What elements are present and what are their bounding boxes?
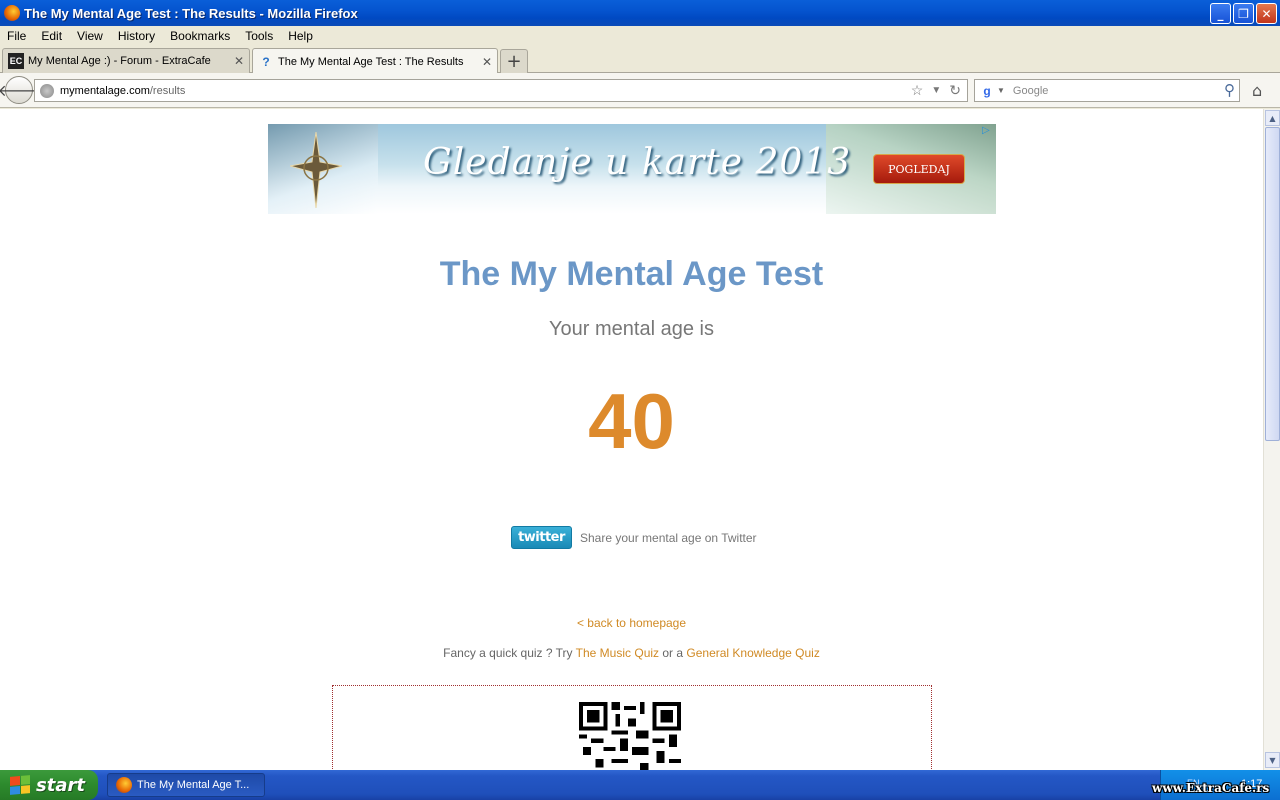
quiz-or: or a (662, 646, 684, 660)
url-path: /results (149, 84, 186, 97)
banner-ad-text: Gledanje u karte 2013 (423, 142, 852, 183)
back-button[interactable]: 🡐 (0, 76, 40, 104)
search-input[interactable]: Google (1013, 85, 1048, 97)
home-icon[interactable]: ⌂ (1252, 81, 1262, 100)
google-icon[interactable]: g (979, 83, 995, 99)
scroll-down-icon[interactable]: ▼ (1265, 752, 1280, 768)
compass-star-icon (290, 132, 342, 208)
menu-bookmarks[interactable]: Bookmarks (163, 29, 238, 43)
general-knowledge-quiz-link[interactable]: General Knowledge Quiz (686, 646, 819, 660)
extracafe-favicon-icon: EC (8, 53, 24, 69)
globe-icon (40, 83, 54, 98)
tab-extracafe[interactable]: EC My Mental Age :) - Forum - ExtraCafe … (2, 48, 250, 73)
window-title: The My Mental Age Test : The Results - M… (24, 5, 358, 21)
dropdown-arrow-icon[interactable]: ▼ (931, 82, 941, 100)
result-subtitle: Your mental age is (549, 318, 714, 340)
search-engine-dropdown-icon[interactable]: ▼ (997, 86, 1005, 95)
window-titlebar: The My Mental Age Test : The Results - M… (0, 0, 1280, 26)
back-to-homepage-link[interactable]: < back to homepage (577, 616, 686, 630)
vertical-scrollbar[interactable]: ▲ ▼ (1263, 109, 1280, 770)
page-title: The My Mental Age Test (439, 255, 824, 293)
quiz-suggestion: Fancy a quick quiz ? Try The Music Quiz … (0, 646, 1263, 660)
quiz-prefix: Fancy a quick quiz ? Try (443, 646, 573, 660)
twitter-button[interactable]: twitter (511, 526, 572, 549)
tab-results[interactable]: ? The My Mental Age Test : The Results ✕ (252, 48, 498, 74)
scrollbar-thumb[interactable] (1265, 127, 1280, 441)
banner-ad-button[interactable]: POGLEDAJ (873, 154, 965, 184)
taskbar: start The My Mental Age T... EN 1:17 (0, 770, 1280, 800)
menu-file[interactable]: File (0, 29, 34, 43)
question-favicon-icon: ? (262, 54, 270, 69)
tab-close-icon[interactable]: ✕ (234, 54, 244, 68)
tab-close-icon[interactable]: ✕ (482, 55, 492, 69)
start-label: start (36, 774, 85, 796)
restore-button[interactable]: ❐ (1233, 3, 1254, 24)
search-icon[interactable]: ⚲ (1224, 81, 1235, 99)
music-quiz-link[interactable]: The Music Quiz (576, 646, 659, 660)
menu-edit[interactable]: Edit (34, 29, 70, 43)
scroll-up-icon[interactable]: ▲ (1265, 110, 1280, 126)
tab-label: My Mental Age :) - Forum - ExtraCafe (28, 55, 211, 67)
windows-logo-icon (10, 775, 30, 795)
url-domain: mymentalage.com (60, 84, 150, 97)
close-button[interactable]: ✕ (1256, 3, 1277, 24)
qr-code-icon (579, 702, 681, 770)
menu-tools[interactable]: Tools (238, 29, 281, 43)
tab-bar: EC My Mental Age :) - Forum - ExtraCafe … (0, 46, 1280, 74)
reload-icon[interactable]: ↻ (949, 82, 961, 100)
page-content: Gledanje u karte 2013 POGLEDAJ ▷ The My … (0, 109, 1263, 770)
bookmark-star-icon[interactable]: ☆ (911, 82, 924, 100)
firefox-icon (116, 777, 132, 793)
search-bar[interactable]: g ▼ Google ⚲ (974, 79, 1240, 102)
window-controls: _ ❐ ✕ (1210, 3, 1277, 24)
back-to-homepage-wrapper: < back to homepage (0, 616, 1263, 630)
share-text: Share your mental age on Twitter (580, 530, 757, 545)
menu-bar: File Edit View History Bookmarks Tools H… (0, 26, 1280, 46)
menu-view[interactable]: View (70, 29, 111, 43)
menu-help[interactable]: Help (281, 29, 321, 43)
menu-history[interactable]: History (111, 29, 163, 43)
url-actions: ☆ ▼ ↻ (911, 82, 961, 100)
adchoices-icon[interactable]: ▷ (982, 125, 994, 137)
start-button[interactable]: start (0, 770, 98, 800)
url-bar[interactable]: mymentalage.com /results ☆ ▼ ↻ (34, 79, 968, 102)
new-tab-button[interactable]: + (500, 49, 528, 73)
firefox-icon (4, 5, 20, 21)
mental-age-value: 40 (588, 377, 675, 465)
taskbar-item-label: The My Mental Age T... (137, 779, 250, 791)
qr-code-box (332, 685, 932, 770)
tab-label: The My Mental Age Test : The Results (278, 55, 464, 68)
minimize-button[interactable]: _ (1210, 3, 1231, 24)
navigation-bar: 🡐 mymentalage.com /results ☆ ▼ ↻ g ▼ Goo… (0, 73, 1280, 108)
twitter-share: twitter Share your mental age on Twitter (511, 526, 757, 549)
taskbar-firefox-item[interactable]: The My Mental Age T... (107, 773, 265, 797)
watermark-text: www.ExtraCafe.rs (1152, 781, 1270, 795)
banner-ad[interactable]: Gledanje u karte 2013 POGLEDAJ ▷ (268, 124, 996, 214)
